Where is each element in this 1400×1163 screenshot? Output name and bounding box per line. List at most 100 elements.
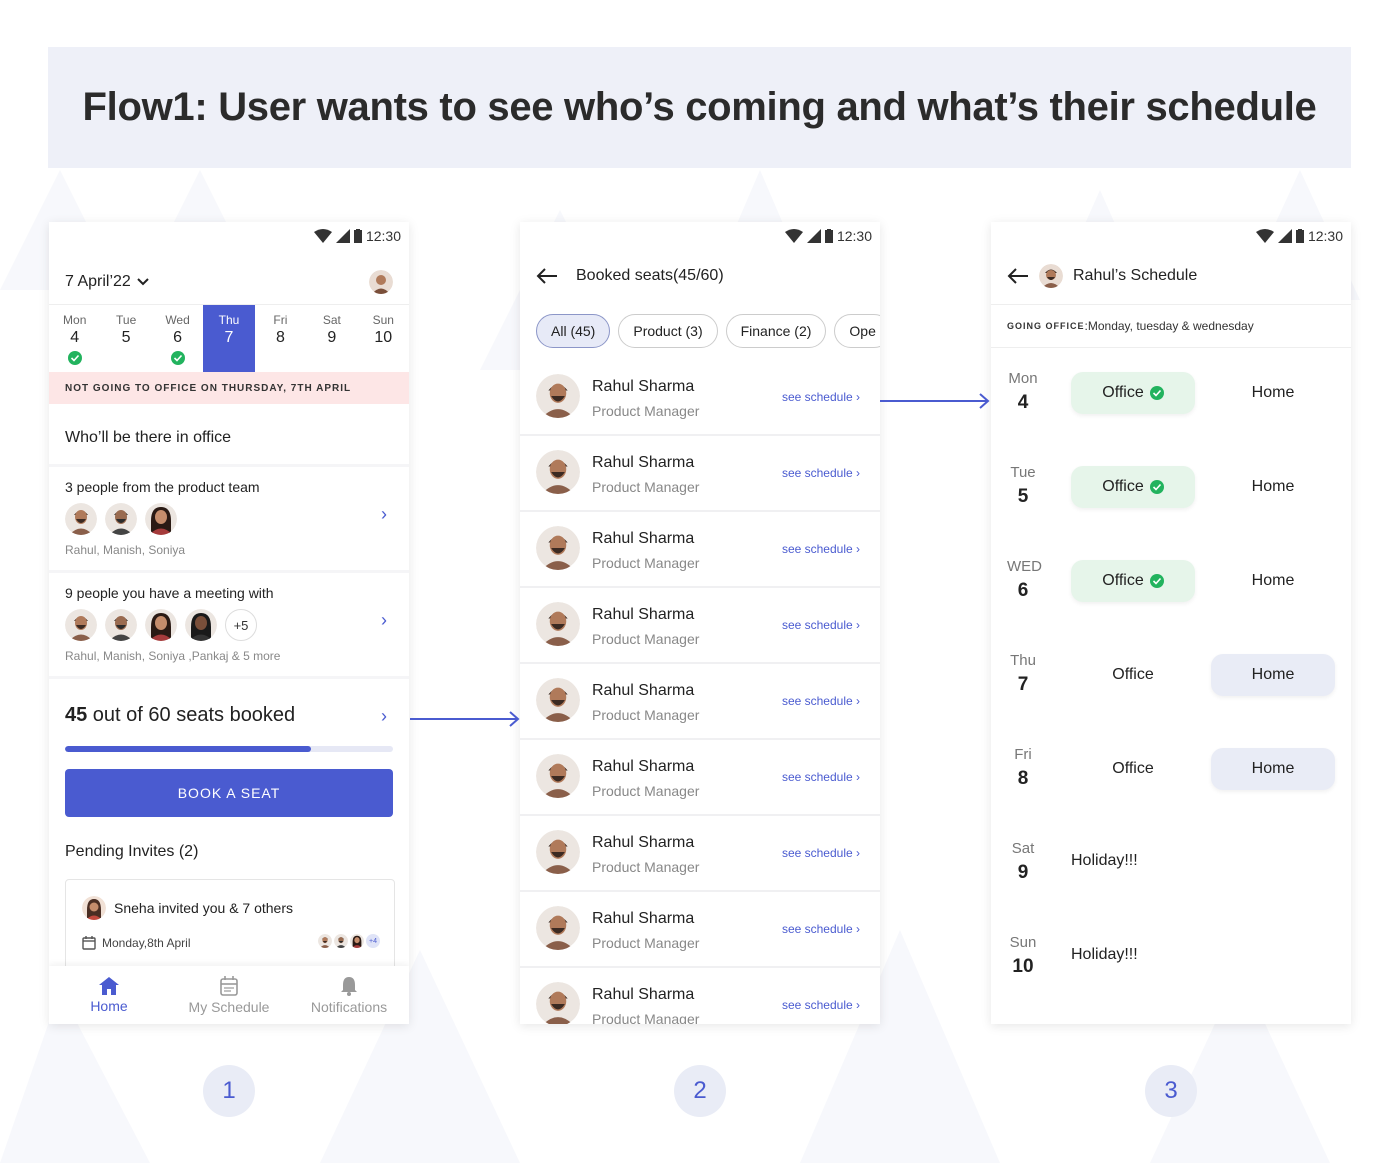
list-item: Rahul Sharma Product Manager see schedule … — [520, 664, 880, 740]
group-title: 3 people from the product team — [65, 479, 260, 495]
see-schedule-link[interactable]: see schedule › — [782, 466, 860, 480]
battery-icon — [353, 229, 362, 243]
office-option[interactable]: Office — [1071, 372, 1195, 414]
see-schedule-link[interactable]: see schedule › — [782, 846, 860, 860]
day-sun[interactable]: Sun 10 — [358, 305, 409, 372]
chevron-right-icon[interactable]: › — [381, 610, 387, 631]
day-mon[interactable]: Mon 4 — [49, 305, 100, 372]
day-wed[interactable]: Wed 6 — [152, 305, 203, 372]
day-number: 6 — [173, 329, 182, 346]
person-name: Rahul Sharma — [592, 986, 695, 1003]
day-tue[interactable]: Tue 5 — [100, 305, 151, 372]
flow-banner: Flow1: User wants to see who’s coming an… — [48, 47, 1351, 168]
person-role: Product Manager — [592, 631, 700, 647]
chevron-right-icon[interactable]: › — [381, 706, 387, 727]
filter-chip[interactable]: Finance (2) — [725, 314, 827, 348]
day-number: 9 — [1017, 862, 1029, 883]
day-number: 7 — [224, 329, 234, 346]
flow-title: Flow1: User wants to see who’s coming an… — [82, 85, 1317, 129]
day-name: Thu — [218, 313, 240, 327]
nav-my-schedule[interactable]: My Schedule — [169, 966, 289, 1024]
date-picker[interactable]: 7 April’22 — [65, 273, 149, 291]
invitee-avatars: +4 — [318, 934, 380, 948]
office-option[interactable]: Office — [1071, 466, 1195, 508]
day-thu[interactable]: Thu 7 — [203, 305, 255, 372]
avatar — [536, 830, 580, 874]
office-option[interactable]: Office — [1071, 748, 1195, 790]
battery-icon — [1295, 229, 1304, 243]
user-avatar[interactable] — [369, 270, 393, 294]
day-fri[interactable]: Fri 8 — [255, 305, 306, 372]
home-label: Home — [1251, 666, 1295, 683]
going-office-key: GOING OFFICE — [1007, 321, 1085, 331]
seats-summary[interactable]: 45 out of 60 seats booked — [65, 704, 295, 727]
day-number: 8 — [1017, 768, 1029, 789]
check-circle-icon — [1149, 480, 1164, 494]
divider — [49, 464, 409, 467]
nav-home[interactable]: Home — [49, 966, 169, 1024]
home-option[interactable]: Home — [1211, 654, 1335, 696]
see-schedule-link[interactable]: see schedule › — [782, 694, 860, 708]
chevron-right-icon[interactable]: › — [381, 504, 387, 525]
avatar — [65, 609, 97, 641]
back-arrow-icon[interactable] — [1007, 268, 1029, 284]
back-arrow-icon[interactable] — [536, 268, 558, 284]
invite-card[interactable]: Sneha invited you & 7 others Monday,8th … — [65, 879, 395, 979]
office-label: Office — [1112, 666, 1154, 683]
filter-chip[interactable]: Ope — [834, 314, 880, 348]
date-label: 7 April’22 — [65, 273, 131, 290]
home-option[interactable]: Home — [1211, 560, 1335, 602]
avatar — [185, 609, 217, 641]
flow-arrow-2-3 — [880, 393, 990, 409]
schedule-list: Mon 4 Office Home Tue 5 Office Home WED 6 Office Ho… — [991, 356, 1351, 1014]
office-option[interactable]: Office — [1071, 560, 1195, 602]
see-schedule-link[interactable]: see schedule › — [782, 998, 860, 1012]
filter-chip[interactable]: All (45) — [536, 314, 611, 348]
week-strip: Mon 4 Tue 5 Wed 6 Thu 7 Fri 8 Sat 9 Sun 10 — [49, 304, 409, 372]
meeting-group[interactable]: 9 people you have a meeting with +5 Rahu… — [49, 585, 409, 663]
home-header: 7 April’22 — [49, 262, 409, 302]
book-seat-button[interactable]: BOOK A SEAT — [65, 769, 393, 817]
person-name: Rahul Sharma — [592, 682, 695, 699]
home-icon — [99, 976, 119, 995]
see-schedule-link[interactable]: see schedule › — [782, 542, 860, 556]
day-sat[interactable]: Sat 9 — [306, 305, 357, 372]
see-schedule-link[interactable]: see schedule › — [782, 390, 860, 404]
check-circle-icon — [67, 351, 82, 365]
product-team-group[interactable]: 3 people from the product team Rahul, Ma… — [49, 479, 409, 557]
avatar — [536, 374, 580, 418]
day-name: Sat — [322, 313, 341, 327]
avatar — [536, 678, 580, 722]
see-schedule-link[interactable]: see schedule › — [782, 618, 860, 632]
avatar — [105, 609, 137, 641]
battery-icon — [824, 229, 833, 243]
bottom-nav: Home My Schedule Notifications — [49, 966, 409, 1024]
filter-chip[interactable]: Product (3) — [618, 314, 718, 348]
wifi-icon — [313, 229, 332, 243]
office-label: Office — [1102, 572, 1144, 589]
more-count-badge: +5 — [225, 609, 257, 641]
day-name: Sat — [1011, 840, 1035, 857]
nav-notifications[interactable]: Notifications — [289, 966, 409, 1024]
office-option[interactable]: Office — [1071, 654, 1195, 696]
going-office-days: :Monday, tuesday & wednesday — [1084, 319, 1254, 333]
screen-home: 12:30 7 April’22 Mon 4 Tue 5 Wed 6 Thu 7 Fri 8 Sat… — [49, 222, 409, 1024]
invite-text: Sneha invited you & 7 others — [114, 900, 294, 916]
home-option[interactable]: Home — [1211, 466, 1335, 508]
home-option[interactable]: Home — [1211, 748, 1335, 790]
see-schedule-link[interactable]: see schedule › — [782, 770, 860, 784]
person-role: Product Manager — [592, 783, 700, 799]
list-item: Rahul Sharma Product Manager see schedule … — [520, 892, 880, 968]
home-option[interactable]: Home — [1211, 372, 1335, 414]
group-avatars — [65, 503, 393, 535]
person-role: Product Manager — [592, 555, 700, 571]
day-name: Wed — [165, 313, 190, 327]
day-name: Sun — [1009, 934, 1037, 951]
clock: 12:30 — [365, 228, 401, 244]
see-schedule-link[interactable]: see schedule › — [782, 922, 860, 936]
avatar — [105, 503, 137, 535]
chevron-down-icon — [137, 278, 149, 286]
more-count-badge: +4 — [366, 934, 380, 948]
check-circle-icon — [1149, 386, 1164, 400]
booked-seats-header: Booked seats(45/60) — [536, 262, 724, 290]
